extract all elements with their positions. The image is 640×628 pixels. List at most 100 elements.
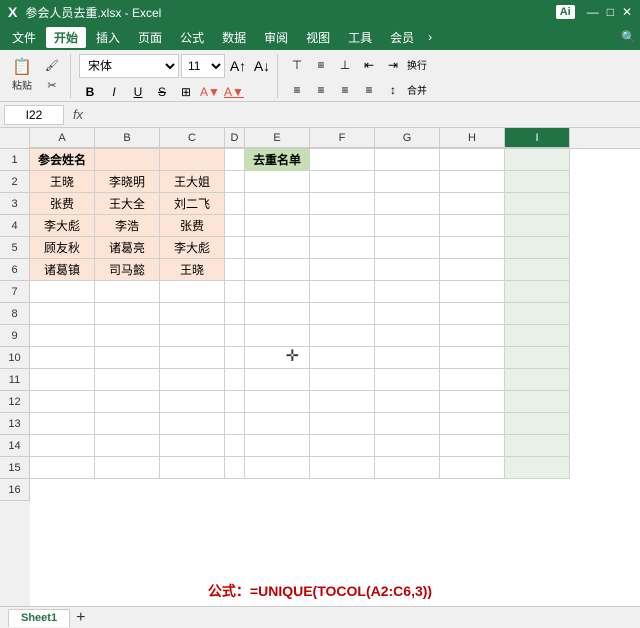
menu-page[interactable]: 页面 bbox=[130, 27, 170, 48]
bold-button[interactable]: B bbox=[79, 81, 101, 103]
menu-home[interactable]: 开始 bbox=[46, 27, 86, 48]
col-header-g[interactable]: G bbox=[375, 128, 440, 148]
cell-e5[interactable] bbox=[245, 237, 310, 259]
menu-review[interactable]: 审阅 bbox=[256, 27, 296, 48]
cell-i5[interactable] bbox=[505, 237, 570, 259]
menu-view[interactable]: 视图 bbox=[298, 27, 338, 48]
cell-g2[interactable] bbox=[375, 171, 440, 193]
cell-a3[interactable]: 张费 bbox=[30, 193, 95, 215]
row-header-4[interactable]: 4 bbox=[0, 215, 30, 237]
cell-a4[interactable]: 李大彪 bbox=[30, 215, 95, 237]
cell-d5[interactable] bbox=[225, 237, 245, 259]
search-icon[interactable]: 🔍 bbox=[621, 30, 636, 44]
cell-c2[interactable]: 王大姐 bbox=[160, 171, 225, 193]
cell-g6[interactable] bbox=[375, 259, 440, 281]
cell-f3[interactable] bbox=[310, 193, 375, 215]
row-header-1[interactable]: 1 bbox=[0, 149, 30, 171]
text-direction-button[interactable]: ↕ bbox=[382, 79, 404, 101]
cell-g3[interactable] bbox=[375, 193, 440, 215]
minimize-btn[interactable]: — bbox=[587, 5, 599, 19]
merge-button[interactable]: 合并 bbox=[406, 79, 428, 101]
italic-button[interactable]: I bbox=[103, 81, 125, 103]
cell-reference-input[interactable] bbox=[4, 105, 64, 125]
cell-f6[interactable] bbox=[310, 259, 375, 281]
cell-a6[interactable]: 诸葛镇 bbox=[30, 259, 95, 281]
cell-b2[interactable]: 李晓明 bbox=[95, 171, 160, 193]
sheet-tab-1[interactable]: Sheet1 bbox=[8, 609, 70, 627]
cell-c3[interactable]: 刘二飞 bbox=[160, 193, 225, 215]
row-header-15[interactable]: 15 bbox=[0, 457, 30, 479]
menu-file[interactable]: 文件 bbox=[4, 27, 44, 48]
cell-h3[interactable] bbox=[440, 193, 505, 215]
row-header-7[interactable]: 7 bbox=[0, 281, 30, 303]
cell-g4[interactable] bbox=[375, 215, 440, 237]
border-button[interactable]: ⊞ bbox=[175, 81, 197, 103]
menu-data[interactable]: 数据 bbox=[214, 27, 254, 48]
cell-d4[interactable] bbox=[225, 215, 245, 237]
align-justify-button[interactable]: ≡ bbox=[358, 79, 380, 101]
col-header-d[interactable]: D bbox=[225, 128, 245, 148]
underline-button[interactable]: U bbox=[127, 81, 149, 103]
col-header-f[interactable]: F bbox=[310, 128, 375, 148]
paste-button[interactable]: 📋 粘贴 bbox=[8, 56, 36, 96]
cell-d1[interactable] bbox=[225, 149, 245, 171]
cell-a2[interactable]: 王晓 bbox=[30, 171, 95, 193]
row-header-14[interactable]: 14 bbox=[0, 435, 30, 457]
cell-e2[interactable] bbox=[245, 171, 310, 193]
col-header-b[interactable]: B bbox=[95, 128, 160, 148]
font-color-button[interactable]: A▼ bbox=[223, 81, 245, 103]
menu-tools[interactable]: 工具 bbox=[340, 27, 380, 48]
cell-h5[interactable] bbox=[440, 237, 505, 259]
cell-c4[interactable]: 张费 bbox=[160, 215, 225, 237]
row-header-12[interactable]: 12 bbox=[0, 391, 30, 413]
formula-input[interactable] bbox=[92, 105, 636, 125]
font-selector[interactable]: 宋体 bbox=[79, 54, 179, 78]
row-header-8[interactable]: 8 bbox=[0, 303, 30, 325]
cell-h2[interactable] bbox=[440, 171, 505, 193]
cell-a1[interactable]: 参会姓名 bbox=[30, 149, 95, 171]
cell-i6[interactable] bbox=[505, 259, 570, 281]
indent-increase-button[interactable]: ⇥ bbox=[382, 54, 404, 76]
menu-formula[interactable]: 公式 bbox=[172, 27, 212, 48]
align-left-button[interactable]: ≡ bbox=[286, 79, 308, 101]
add-sheet-button[interactable]: + bbox=[76, 609, 85, 627]
cut-button[interactable]: ✂ bbox=[38, 77, 66, 95]
cell-d6[interactable] bbox=[225, 259, 245, 281]
cell-d2[interactable] bbox=[225, 171, 245, 193]
cell-h6[interactable] bbox=[440, 259, 505, 281]
cell-i1[interactable] bbox=[505, 149, 570, 171]
cell-c6[interactable]: 王晓 bbox=[160, 259, 225, 281]
row-header-10[interactable]: 10 bbox=[0, 347, 30, 369]
menu-member[interactable]: 会员 bbox=[382, 27, 422, 48]
col-header-a[interactable]: A bbox=[30, 128, 95, 148]
align-middle-button[interactable]: ≡ bbox=[310, 54, 332, 76]
format-brush-button[interactable]: 🖌 bbox=[38, 57, 66, 75]
increase-font-button[interactable]: A↑ bbox=[227, 55, 249, 77]
col-header-e[interactable]: E bbox=[245, 128, 310, 148]
cell-a5[interactable]: 顾友秋 bbox=[30, 237, 95, 259]
font-size-selector[interactable]: 11 bbox=[181, 54, 225, 78]
cell-e1[interactable]: 去重名单 bbox=[245, 149, 310, 171]
row-header-16[interactable]: 16 bbox=[0, 479, 30, 501]
align-right-button[interactable]: ≡ bbox=[334, 79, 356, 101]
wrap-button[interactable]: 换行 bbox=[406, 54, 428, 76]
cell-g1[interactable] bbox=[375, 149, 440, 171]
row-header-9[interactable]: 9 bbox=[0, 325, 30, 347]
cell-g5[interactable] bbox=[375, 237, 440, 259]
col-header-i[interactable]: I bbox=[505, 128, 570, 148]
cell-f2[interactable] bbox=[310, 171, 375, 193]
fill-color-button[interactable]: A▼ bbox=[199, 81, 221, 103]
row-header-13[interactable]: 13 bbox=[0, 413, 30, 435]
cell-e4[interactable] bbox=[245, 215, 310, 237]
cell-i3[interactable] bbox=[505, 193, 570, 215]
cell-h1[interactable] bbox=[440, 149, 505, 171]
cell-a7[interactable] bbox=[30, 281, 95, 303]
maximize-btn[interactable]: □ bbox=[607, 5, 614, 19]
row-header-6[interactable]: 6 bbox=[0, 259, 30, 281]
align-bottom-button[interactable]: ⊥ bbox=[334, 54, 356, 76]
cell-i4[interactable] bbox=[505, 215, 570, 237]
ai-badge[interactable]: Ai bbox=[556, 5, 575, 19]
row-header-2[interactable]: 2 bbox=[0, 171, 30, 193]
align-center-button[interactable]: ≡ bbox=[310, 79, 332, 101]
cell-i2[interactable] bbox=[505, 171, 570, 193]
